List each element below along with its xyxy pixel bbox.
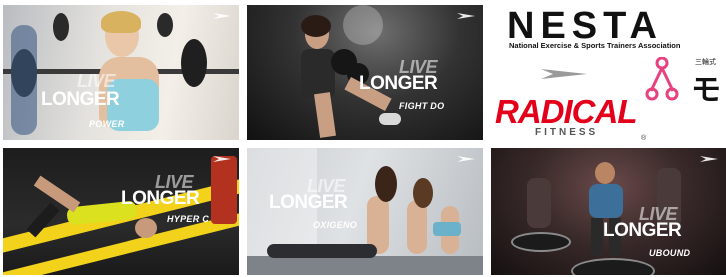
person-hair bbox=[413, 178, 433, 208]
person-bg bbox=[527, 178, 551, 228]
radical-fitness: FITNESS bbox=[535, 127, 599, 138]
person-torso bbox=[589, 184, 623, 218]
trampoline bbox=[511, 232, 571, 252]
plate-small bbox=[53, 13, 69, 41]
longer-text: LONGER bbox=[121, 188, 200, 209]
plate-small bbox=[157, 13, 173, 37]
person-leg bbox=[591, 218, 603, 256]
class-label: UBOUND bbox=[649, 248, 691, 258]
trampoline bbox=[571, 258, 655, 275]
tile-fight-do[interactable]: LIVE LONGER FIGHT DO bbox=[247, 5, 483, 140]
tile-ubound[interactable]: LIVE LONGER UBOUND bbox=[491, 148, 726, 275]
radical-swoosh-icon bbox=[541, 69, 587, 79]
person-hair bbox=[301, 15, 331, 37]
barbell-plate-right bbox=[181, 39, 207, 87]
nesta-tagline: National Exercise & Sports Trainers Asso… bbox=[509, 41, 681, 50]
person-leg bbox=[33, 175, 81, 213]
japanese-letter: モ bbox=[691, 74, 721, 107]
person-head bbox=[135, 218, 157, 238]
tile-power[interactable]: LIVE LONGER POWER bbox=[3, 5, 239, 140]
brand-swoosh-icon bbox=[457, 13, 475, 19]
brand-swoosh-icon bbox=[457, 156, 475, 162]
pink-figure-logo bbox=[645, 57, 679, 101]
longer-text: LONGER bbox=[603, 220, 682, 241]
person-leg bbox=[314, 92, 336, 138]
registered-mark: ® bbox=[641, 135, 647, 140]
class-label: OXIGENO bbox=[313, 220, 358, 230]
person-torso bbox=[407, 200, 427, 254]
class-label: POWER bbox=[89, 119, 125, 129]
sneaker bbox=[379, 113, 401, 125]
person-hair bbox=[375, 166, 397, 202]
class-label: HYPER C bbox=[167, 214, 210, 224]
brand-swoosh-icon bbox=[213, 156, 231, 162]
longer-text: LONGER bbox=[41, 89, 120, 110]
tile-hyper-c[interactable]: LIVE LONGER HYPER C bbox=[3, 148, 239, 275]
longer-text: LONGER bbox=[359, 73, 438, 94]
red-drum bbox=[211, 156, 237, 224]
floor-mat bbox=[247, 256, 483, 275]
spotlight bbox=[343, 5, 383, 45]
person-head bbox=[595, 162, 615, 184]
person-bg bbox=[11, 25, 37, 135]
longer-text: LONGER bbox=[269, 192, 348, 213]
person-hair bbox=[101, 11, 141, 33]
class-label: FIGHT DO bbox=[399, 101, 445, 111]
radical-logo: RADICAL bbox=[495, 93, 637, 130]
brand-swoosh-icon bbox=[700, 156, 718, 162]
sports-top bbox=[433, 222, 461, 236]
leggings bbox=[267, 244, 377, 258]
logo-panel: NESTA National Exercise & Sports Trainer… bbox=[491, 5, 726, 140]
brand-swoosh-icon bbox=[213, 13, 231, 19]
tile-oxigeno[interactable]: LIVE LONGER OXIGENO bbox=[247, 148, 483, 275]
